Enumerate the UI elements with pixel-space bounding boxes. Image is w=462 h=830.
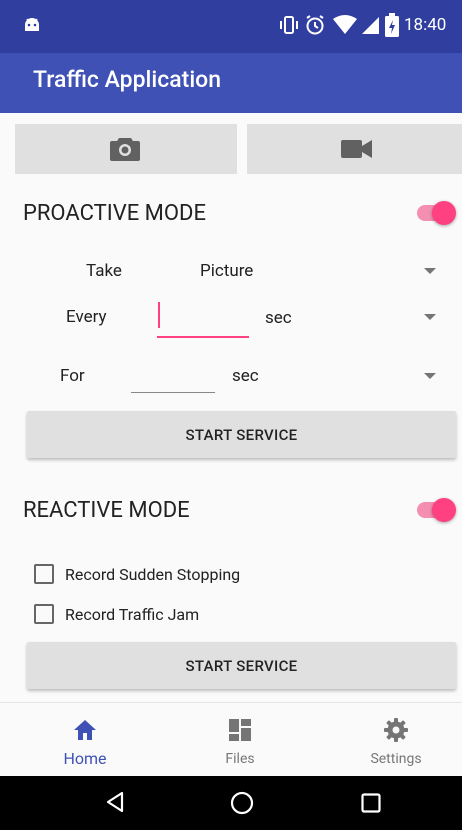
proactive-start-service-button[interactable]: START SERVICE bbox=[27, 411, 456, 458]
home-circle-icon[interactable] bbox=[230, 791, 254, 815]
chevron-down-icon bbox=[424, 314, 436, 320]
camera-icon bbox=[110, 138, 140, 161]
every-unit-dropdown[interactable]: sec bbox=[260, 298, 445, 336]
for-label: For bbox=[60, 366, 85, 386]
chevron-down-icon bbox=[424, 373, 436, 379]
battery-icon bbox=[385, 13, 399, 37]
back-icon[interactable] bbox=[105, 791, 125, 813]
gear-icon bbox=[384, 718, 408, 742]
record-traffic-jam-label: Record Traffic Jam bbox=[65, 605, 200, 624]
switch-thumb bbox=[432, 498, 456, 522]
videocam-icon bbox=[341, 140, 372, 158]
every-unit-value: sec bbox=[265, 308, 292, 328]
for-unit-value: sec bbox=[232, 366, 259, 386]
for-seconds-input[interactable] bbox=[131, 357, 215, 393]
nav-item-home[interactable]: Home bbox=[40, 709, 130, 773]
vibrate-icon bbox=[280, 16, 298, 34]
record-sudden-stopping-checkbox[interactable] bbox=[34, 564, 54, 584]
app-bar: Traffic Application bbox=[0, 53, 462, 113]
app-title: Traffic Application bbox=[33, 66, 222, 93]
signal-icon bbox=[362, 17, 379, 34]
nav-label-settings: Settings bbox=[370, 751, 422, 767]
alarm-icon bbox=[306, 15, 324, 35]
record-traffic-jam-option[interactable]: Record Traffic Jam bbox=[31, 600, 331, 630]
bottom-navigation: Home Files Settings bbox=[0, 702, 462, 777]
status-time: 18:40 bbox=[404, 15, 447, 35]
wifi-icon bbox=[333, 15, 357, 34]
nav-item-files[interactable]: Files bbox=[195, 709, 285, 773]
take-photo-button[interactable] bbox=[15, 124, 237, 174]
chevron-down-icon bbox=[424, 268, 436, 274]
record-traffic-jam-checkbox[interactable] bbox=[34, 604, 54, 624]
for-unit-dropdown[interactable]: sec bbox=[227, 358, 445, 392]
reactive-mode-switch[interactable] bbox=[416, 497, 460, 523]
proactive-mode-title: PROACTIVE MODE bbox=[23, 201, 206, 226]
take-label: Take bbox=[86, 261, 122, 281]
record-video-button[interactable] bbox=[247, 124, 462, 174]
record-sudden-stopping-option[interactable]: Record Sudden Stopping bbox=[31, 560, 331, 590]
proactive-mode-switch[interactable] bbox=[416, 200, 460, 226]
home-icon bbox=[74, 720, 96, 740]
switch-thumb bbox=[432, 201, 456, 225]
status-bar: 18:40 bbox=[0, 0, 462, 53]
nav-label-files: Files bbox=[225, 751, 255, 767]
nav-item-settings[interactable]: Settings bbox=[351, 709, 441, 773]
recents-icon[interactable] bbox=[361, 793, 381, 813]
android-icon bbox=[25, 18, 39, 31]
every-label: Every bbox=[66, 307, 107, 327]
system-navigation-bar bbox=[0, 776, 462, 830]
take-type-value: Picture bbox=[200, 261, 254, 281]
reactive-mode-title: REACTIVE MODE bbox=[23, 498, 190, 523]
text-cursor bbox=[158, 302, 160, 328]
record-sudden-stopping-label: Record Sudden Stopping bbox=[65, 565, 241, 584]
take-type-dropdown[interactable]: Picture bbox=[190, 254, 445, 288]
reactive-start-service-button[interactable]: START SERVICE bbox=[27, 642, 456, 689]
every-seconds-input[interactable] bbox=[157, 298, 249, 338]
dashboard-icon bbox=[229, 719, 251, 741]
nav-label-home: Home bbox=[63, 749, 107, 768]
